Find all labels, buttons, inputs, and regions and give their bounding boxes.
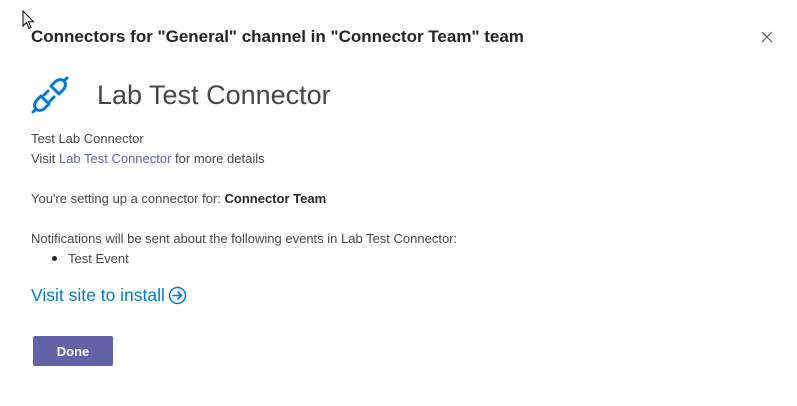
install-link-label: Visit site to install [31,285,165,305]
close-icon[interactable] [759,29,775,45]
setup-team-name: Connector Team [224,191,327,206]
done-button[interactable]: Done [33,336,113,366]
list-item: Test Event [52,249,129,269]
dialog-title: Connectors for "General" channel in "Con… [31,27,524,46]
setup-line: You're setting up a connector for: Conne… [31,189,326,209]
connector-description: Test Lab Connector [31,131,144,146]
arrow-circle-right-icon [168,286,187,305]
connector-dialog: Connectors for "General" channel in "Con… [0,0,797,406]
visit-site-install-link[interactable]: Visit site to install [31,285,187,306]
connector-name: Lab Test Connector [97,79,331,110]
visit-prefix: Visit [31,151,59,166]
setup-prefix: You're setting up a connector for: [31,191,225,206]
connector-header: Lab Test Connector [31,74,331,116]
event-label: Test Event [68,251,129,266]
plug-icon [31,76,69,114]
notifications-intro: Notifications will be sent about the fol… [31,231,458,246]
event-list: Test Event [52,249,129,269]
bullet-icon [52,256,57,262]
connector-details-link[interactable]: Lab Test Connector [59,151,172,166]
visit-suffix: for more details [171,151,265,166]
visit-details-line: Visit Lab Test Connector for more detail… [31,149,265,169]
